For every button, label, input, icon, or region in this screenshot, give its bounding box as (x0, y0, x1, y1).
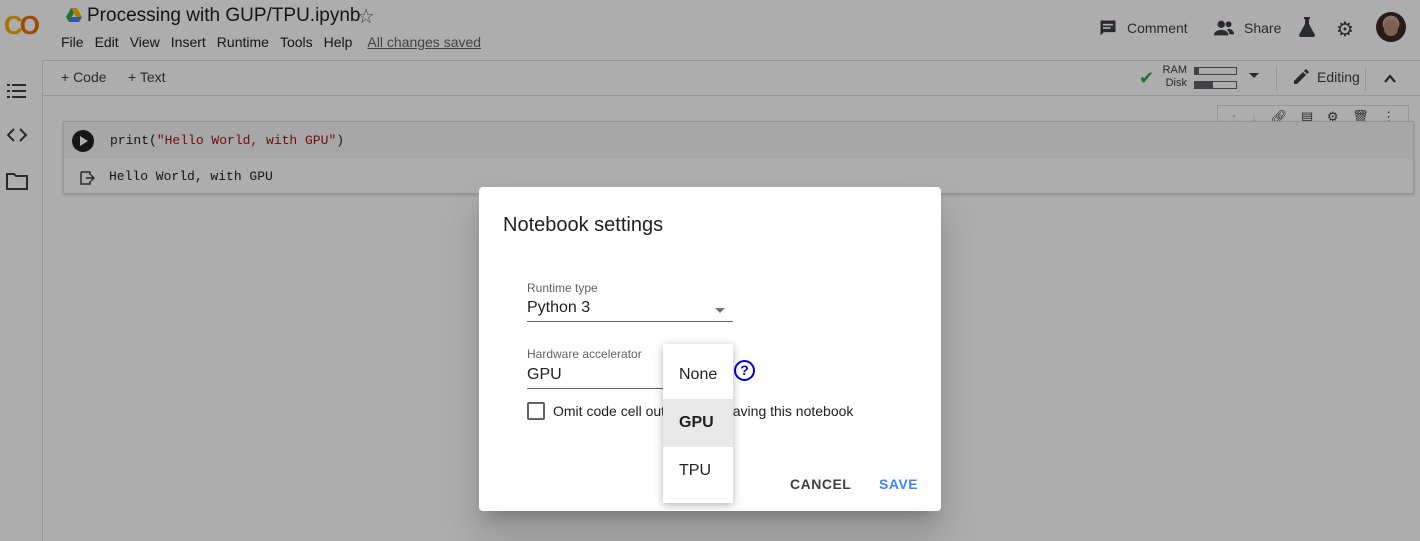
runtime-type-label: Runtime type (527, 281, 598, 295)
runtime-type-value: Python 3 (527, 299, 591, 316)
chevron-down-icon (715, 308, 725, 313)
cancel-button[interactable]: CANCEL (790, 476, 851, 492)
help-icon[interactable]: ? (734, 360, 755, 381)
option-gpu[interactable]: GPU (663, 399, 733, 447)
omit-output-checkbox[interactable] (527, 402, 545, 420)
dialog-title: Notebook settings (503, 214, 664, 236)
option-none[interactable]: None (663, 351, 733, 399)
save-button[interactable]: SAVE (879, 476, 918, 492)
hardware-accelerator-value: GPU (527, 366, 562, 383)
accelerator-options-menu: None GPU TPU (663, 344, 733, 503)
hardware-accelerator-label: Hardware accelerator (527, 347, 642, 361)
runtime-type-select[interactable]: Python 3 (527, 299, 733, 322)
option-tpu[interactable]: TPU (663, 447, 733, 495)
